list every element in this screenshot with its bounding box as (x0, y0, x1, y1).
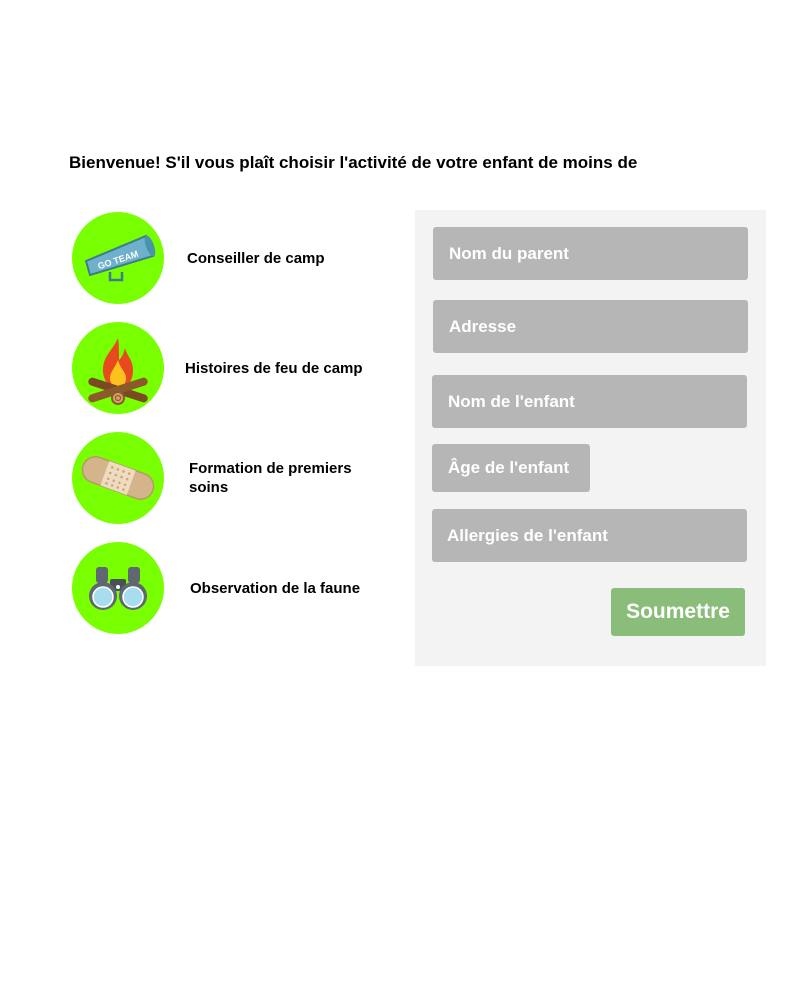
campfire-icon (88, 338, 148, 405)
activity-icon-circle (72, 432, 164, 524)
submit-button[interactable]: Soumettre (611, 588, 745, 636)
activity-label: Conseiller de camp (187, 249, 325, 267)
activity-wildlife-watching[interactable]: Observation de la faune (72, 542, 360, 634)
address-field[interactable]: Adresse (433, 300, 748, 353)
activity-campfire-stories[interactable]: Histoires de feu de camp (72, 322, 363, 414)
activity-icon-circle (72, 542, 164, 634)
welcome-heading: Bienvenue! S'il vous plaît choisir l'act… (69, 153, 638, 172)
megaphone-icon: GO TEAM (84, 234, 156, 282)
activity-label: Formation de premiers soins (189, 460, 352, 496)
bandage-icon (81, 456, 155, 500)
child-age-field[interactable]: Âge de l'enfant (432, 444, 590, 492)
activity-label: Observation de la faune (190, 579, 361, 597)
activity-icon-circle: GO TEAM (72, 212, 164, 304)
activity-camp-counselor[interactable]: GO TEAM Conseiller de camp (72, 212, 325, 304)
activity-first-aid[interactable]: Formation de premiers soins (72, 432, 379, 524)
child-name-field[interactable]: Nom de l'enfant (432, 375, 747, 428)
binoculars-icon (89, 567, 147, 610)
activity-label: Histoires de feu de camp (185, 359, 363, 377)
child-allergies-field[interactable]: Allergies de l'enfant (432, 509, 747, 562)
activity-icon-circle (72, 322, 164, 414)
parent-name-field[interactable]: Nom du parent (433, 227, 748, 280)
